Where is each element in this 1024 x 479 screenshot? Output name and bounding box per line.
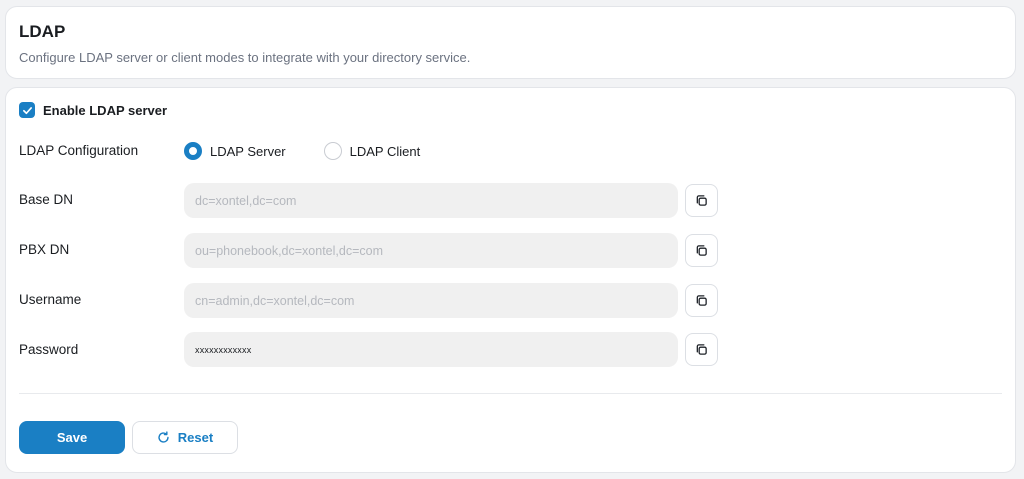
username-copy-button[interactable] — [685, 284, 718, 317]
page-description: Configure LDAP server or client modes to… — [19, 50, 471, 65]
save-button[interactable]: Save — [19, 421, 125, 454]
radio-option-ldap-server[interactable]: LDAP Server — [184, 142, 286, 160]
username-label: Username — [19, 292, 82, 307]
refresh-icon — [158, 431, 169, 443]
pbx-dn-copy-button[interactable] — [685, 234, 718, 267]
base-dn-copy-button[interactable] — [685, 184, 718, 217]
reset-button-label: Reset — [177, 430, 214, 445]
password-input[interactable] — [184, 332, 678, 367]
ldap-form-card: Enable LDAP server LDAP Configuration LD… — [5, 87, 1016, 473]
copy-icon — [696, 344, 707, 355]
reset-button[interactable]: Reset — [132, 421, 238, 454]
radio-ldap-client-label: LDAP Client — [349, 143, 421, 159]
username-input[interactable] — [184, 283, 678, 318]
form-divider — [19, 393, 1002, 394]
password-copy-button[interactable] — [685, 333, 718, 366]
enable-ldap-label: Enable LDAP server — [43, 102, 168, 118]
page-title: LDAP — [19, 22, 66, 41]
enable-ldap-row[interactable]: Enable LDAP server — [19, 102, 167, 118]
copy-icon — [696, 295, 707, 306]
pbx-dn-input[interactable] — [184, 233, 678, 268]
copy-icon — [696, 245, 707, 256]
radio-ldap-server[interactable] — [184, 142, 202, 160]
enable-ldap-checkbox[interactable] — [19, 102, 35, 118]
base-dn-input[interactable] — [184, 183, 678, 218]
ldap-configuration-label: LDAP Configuration — [19, 143, 139, 158]
radio-ldap-client[interactable] — [323, 142, 342, 160]
radio-ldap-server-label: LDAP Server — [210, 143, 286, 159]
header-card: LDAP Configure LDAP server or client mod… — [5, 6, 1016, 79]
password-label: Password — [19, 342, 79, 357]
radio-option-ldap-client[interactable]: LDAP Client — [323, 142, 421, 160]
copy-icon — [696, 195, 707, 206]
ldap-configuration-radio-group: LDAP Server LDAP Client — [184, 142, 458, 160]
check-icon — [22, 106, 32, 114]
pbx-dn-label: PBX DN — [19, 242, 70, 257]
base-dn-label: Base DN — [19, 192, 74, 207]
